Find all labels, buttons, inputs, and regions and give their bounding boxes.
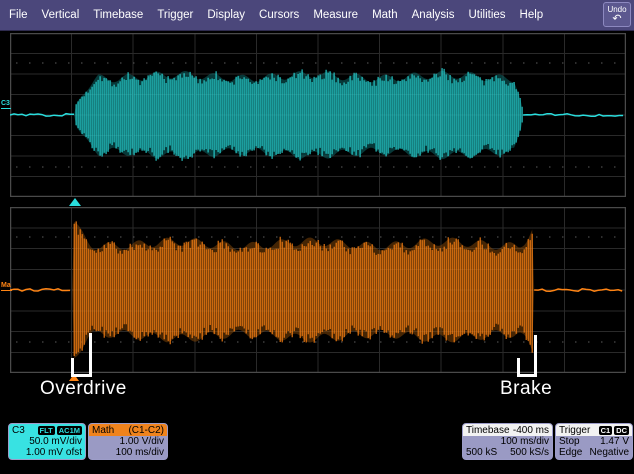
timebase-title: Timebase [466,425,510,436]
undo-button[interactable]: Undo ↶ [603,2,631,27]
brake-bracket [517,335,537,377]
trigger-badge-dc: DC [614,426,629,435]
timebase-samples: 500 kS [466,447,497,458]
timebase-rate: 500 kS/s [510,447,549,458]
overdrive-label: Overdrive [40,378,127,400]
c3-coupling-badges: FLTAC1M [38,426,82,435]
menu-item-vertical[interactable]: Vertical [42,9,80,21]
menu-item-math[interactable]: Math [372,9,398,21]
c3-offset: 1.00 mV ofst [9,447,85,458]
overdrive-bracket-bottom [71,374,92,377]
c3-badge-flt: FLT [38,426,55,435]
c3-trigger-time-marker-icon[interactable] [69,198,81,206]
menu-items: File Vertical Timebase Trigger Display Cursor… [0,9,543,21]
menu-item-display[interactable]: Display [207,9,245,21]
overdrive-bracket [71,333,92,377]
menu-item-cursors[interactable]: Cursors [259,9,299,21]
menu-item-utilities[interactable]: Utilities [468,9,505,21]
math-operator: (C1-C2) [128,425,164,436]
menu-item-measure[interactable]: Measure [313,9,358,21]
c3-descriptor-box[interactable]: C3 FLTAC1M 50.0 mV/div 1.00 mV ofst [8,423,86,460]
math-volts-per-div: 1.00 V/div [89,436,167,447]
timebase-per-div: 100 ms/div [463,436,552,447]
math-descriptor-title: Math [92,425,114,436]
menu-item-file[interactable]: File [9,9,28,21]
brake-label: Brake [500,378,552,400]
timebase-offset: -400 ms [513,425,549,436]
trigger-badge-c1: C1 [599,426,613,435]
c3-descriptor-title: C3 [12,425,25,436]
trigger-level: 1.47 V [600,436,629,447]
math-trace-zero-label[interactable]: Ma [1,282,12,291]
c3-volts-per-div: 50.0 mV/div [9,436,85,447]
trigger-type: Edge [559,447,582,458]
c3-badge-ac1m: AC1M [57,426,82,435]
brake-bracket-bottom [517,374,537,377]
menu-item-trigger[interactable]: Trigger [157,9,193,21]
trigger-source-badges: C1DC [599,426,629,435]
menu-item-help[interactable]: Help [520,9,544,21]
oscilloscope-screen: File Vertical Timebase Trigger Display Cursor… [0,0,634,474]
undo-arrow-icon: ↶ [612,14,621,24]
math-time-per-div: 100 ms/div [89,447,167,458]
c3-waveform-grid [10,33,626,197]
brake-bracket-right [534,335,537,377]
trigger-slope: Negative [590,447,629,458]
math-descriptor-box[interactable]: Math (C1-C2) 1.00 V/div 100 ms/div [88,423,168,460]
trigger-descriptor-box[interactable]: Trigger C1DC Stop 1.47 V Edge Negative [555,423,633,460]
timebase-descriptor-box[interactable]: Timebase -400 ms 100 ms/div 500 kS 500 k… [462,423,553,460]
overdrive-bracket-right [89,333,92,377]
menu-bar: File Vertical Timebase Trigger Display Cursor… [0,0,634,31]
trigger-mode: Stop [559,436,580,447]
c3-trace-zero-label[interactable]: C3 [1,100,11,109]
menu-item-timebase[interactable]: Timebase [93,9,143,21]
menu-item-analysis[interactable]: Analysis [412,9,455,21]
trigger-title: Trigger [559,425,590,436]
